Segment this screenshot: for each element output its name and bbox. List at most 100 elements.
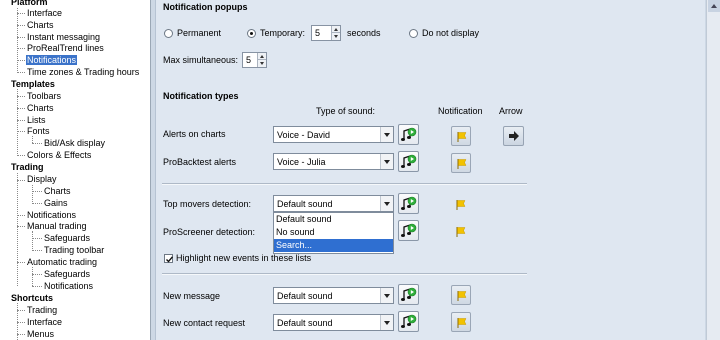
tree-item-time-zones[interactable]: Time zones & Trading hours xyxy=(27,67,139,78)
tree-item-interface[interactable]: Interface xyxy=(27,8,62,19)
play-sound-icon xyxy=(401,196,417,210)
tree-item-manual-safeguards[interactable]: Safeguards xyxy=(44,233,90,244)
play-sound-icon xyxy=(401,314,417,328)
tree-item-shortcuts-trading[interactable]: Trading xyxy=(27,305,57,316)
max-simultaneous-stepper[interactable]: 5 xyxy=(242,52,267,68)
chevron-down-icon[interactable] xyxy=(380,196,393,211)
dropdown-option-default-sound[interactable]: Default sound xyxy=(274,213,393,226)
proscreener-notification-toggle[interactable] xyxy=(451,222,471,242)
flag-icon xyxy=(456,200,466,210)
probacktest-play-button[interactable] xyxy=(398,151,419,172)
flag-icon xyxy=(457,318,467,328)
probacktest-alerts-label: ProBacktest alerts xyxy=(163,157,237,167)
vertical-scrollbar[interactable] xyxy=(706,0,720,340)
new-message-label: New message xyxy=(163,291,221,301)
temporary-label: Temporary: xyxy=(260,28,306,38)
top-movers-play-button[interactable] xyxy=(398,193,419,214)
new-message-sound-select[interactable]: Default sound xyxy=(273,287,394,304)
alerts-arrow-button[interactable] xyxy=(503,126,524,146)
tree-item-trading[interactable]: Trading xyxy=(11,162,44,173)
stepper-arrows-icon[interactable] xyxy=(257,53,266,67)
checkmark-icon xyxy=(166,256,174,263)
max-simultaneous-label: Max simultaneous: xyxy=(163,55,239,65)
probacktest-sound-value: Voice - Julia xyxy=(277,157,326,167)
sound-dropdown-list: Default sound No sound Search... xyxy=(273,212,394,254)
chevron-down-icon[interactable] xyxy=(380,127,393,142)
flag-icon xyxy=(457,132,467,142)
tree-item-notifications-selected[interactable]: Notifications xyxy=(26,55,78,66)
new-contact-sound-select[interactable]: Default sound xyxy=(273,314,394,331)
chevron-down-icon[interactable] xyxy=(380,315,393,330)
alerts-notification-button[interactable] xyxy=(451,126,471,146)
permanent-label: Permanent xyxy=(177,28,222,38)
settings-panel xyxy=(151,0,720,340)
new-contact-label: New contact request xyxy=(163,318,246,328)
tree-item-template-charts[interactable]: Charts xyxy=(27,103,54,114)
tree-item-manual-trading[interactable]: Manual trading xyxy=(27,221,87,232)
section-divider xyxy=(162,183,527,185)
chevron-down-icon[interactable] xyxy=(380,154,393,169)
flag-icon xyxy=(457,291,467,301)
temporary-radio[interactable] xyxy=(247,29,256,38)
tree-item-lists[interactable]: Lists xyxy=(27,115,46,126)
tree-item-shortcuts-interface[interactable]: Interface xyxy=(27,317,62,328)
tree-item-colors-effects[interactable]: Colors & Effects xyxy=(27,150,91,161)
proscreener-play-button[interactable] xyxy=(398,220,419,241)
new-message-notification-button[interactable] xyxy=(451,285,471,305)
top-movers-notification-toggle[interactable] xyxy=(451,195,471,215)
tree-item-bid-ask-display[interactable]: Bid/Ask display xyxy=(44,138,105,149)
new-contact-play-button[interactable] xyxy=(398,311,419,332)
arrow-header: Arrow xyxy=(499,106,523,116)
tree-item-toolbars[interactable]: Toolbars xyxy=(27,91,61,102)
dropdown-option-search[interactable]: Search... xyxy=(274,239,393,252)
alerts-sound-select[interactable]: Voice - David xyxy=(273,126,394,143)
scroll-up-icon[interactable] xyxy=(708,0,720,12)
tree-item-platform[interactable]: Platform xyxy=(11,0,48,8)
dropdown-option-no-sound[interactable]: No sound xyxy=(274,226,393,239)
tree-item-display[interactable]: Display xyxy=(27,174,57,185)
tree-item-automatic-trading[interactable]: Automatic trading xyxy=(27,257,97,268)
tree-item-fonts[interactable]: Fonts xyxy=(27,126,50,137)
tree-item-templates[interactable]: Templates xyxy=(11,79,55,90)
tree-item-auto-safeguards[interactable]: Safeguards xyxy=(44,269,90,280)
play-sound-icon xyxy=(401,127,417,141)
play-sound-icon xyxy=(401,287,417,301)
probacktest-notification-button[interactable] xyxy=(451,153,471,173)
tree-item-charts[interactable]: Charts xyxy=(27,20,54,31)
seconds-label: seconds xyxy=(347,28,381,38)
do-not-display-radio[interactable] xyxy=(409,29,418,38)
tree-item-shortcuts[interactable]: Shortcuts xyxy=(11,293,53,304)
new-message-sound-value: Default sound xyxy=(277,291,333,301)
new-message-play-button[interactable] xyxy=(398,284,419,305)
section-divider xyxy=(162,273,527,275)
chevron-down-icon[interactable] xyxy=(380,288,393,303)
tree-item-menus[interactable]: Menus xyxy=(27,329,54,340)
do-not-display-label: Do not display xyxy=(422,28,480,38)
tree-item-auto-notifications[interactable]: Notifications xyxy=(44,281,93,292)
settings-window: Platform Interface Charts Instant messag… xyxy=(0,0,720,340)
alerts-on-charts-label: Alerts on charts xyxy=(163,129,226,139)
play-sound-icon xyxy=(401,223,417,237)
tree-item-prorealtrend-lines[interactable]: ProRealTrend lines xyxy=(27,43,104,54)
tree-item-instant-messaging[interactable]: Instant messaging xyxy=(27,32,100,43)
tree-item-trading-notifications[interactable]: Notifications xyxy=(27,210,76,221)
tree-item-display-charts[interactable]: Charts xyxy=(44,186,71,197)
temporary-seconds-stepper[interactable]: 5 xyxy=(311,25,341,41)
tree-item-gains[interactable]: Gains xyxy=(44,198,68,209)
alerts-sound-value: Voice - David xyxy=(277,130,331,140)
notification-header: Notification xyxy=(438,106,483,116)
new-contact-notification-button[interactable] xyxy=(451,312,471,332)
permanent-radio[interactable] xyxy=(164,29,173,38)
types-section-title: Notification types xyxy=(163,91,239,101)
top-movers-sound-select[interactable]: Default sound xyxy=(273,195,394,212)
alerts-play-button[interactable] xyxy=(398,124,419,145)
tree-item-trading-toolbar[interactable]: Trading toolbar xyxy=(44,245,104,256)
top-movers-label: Top movers detection: xyxy=(163,199,252,209)
tree-item-label: Notifications xyxy=(26,55,78,65)
probacktest-sound-select[interactable]: Voice - Julia xyxy=(273,153,394,170)
stepper-arrows-icon[interactable] xyxy=(331,26,340,40)
flag-icon xyxy=(457,159,467,169)
settings-tree: Platform Interface Charts Instant messag… xyxy=(0,0,151,340)
max-simultaneous-value: 5 xyxy=(246,55,252,65)
highlight-checkbox[interactable] xyxy=(164,254,174,263)
